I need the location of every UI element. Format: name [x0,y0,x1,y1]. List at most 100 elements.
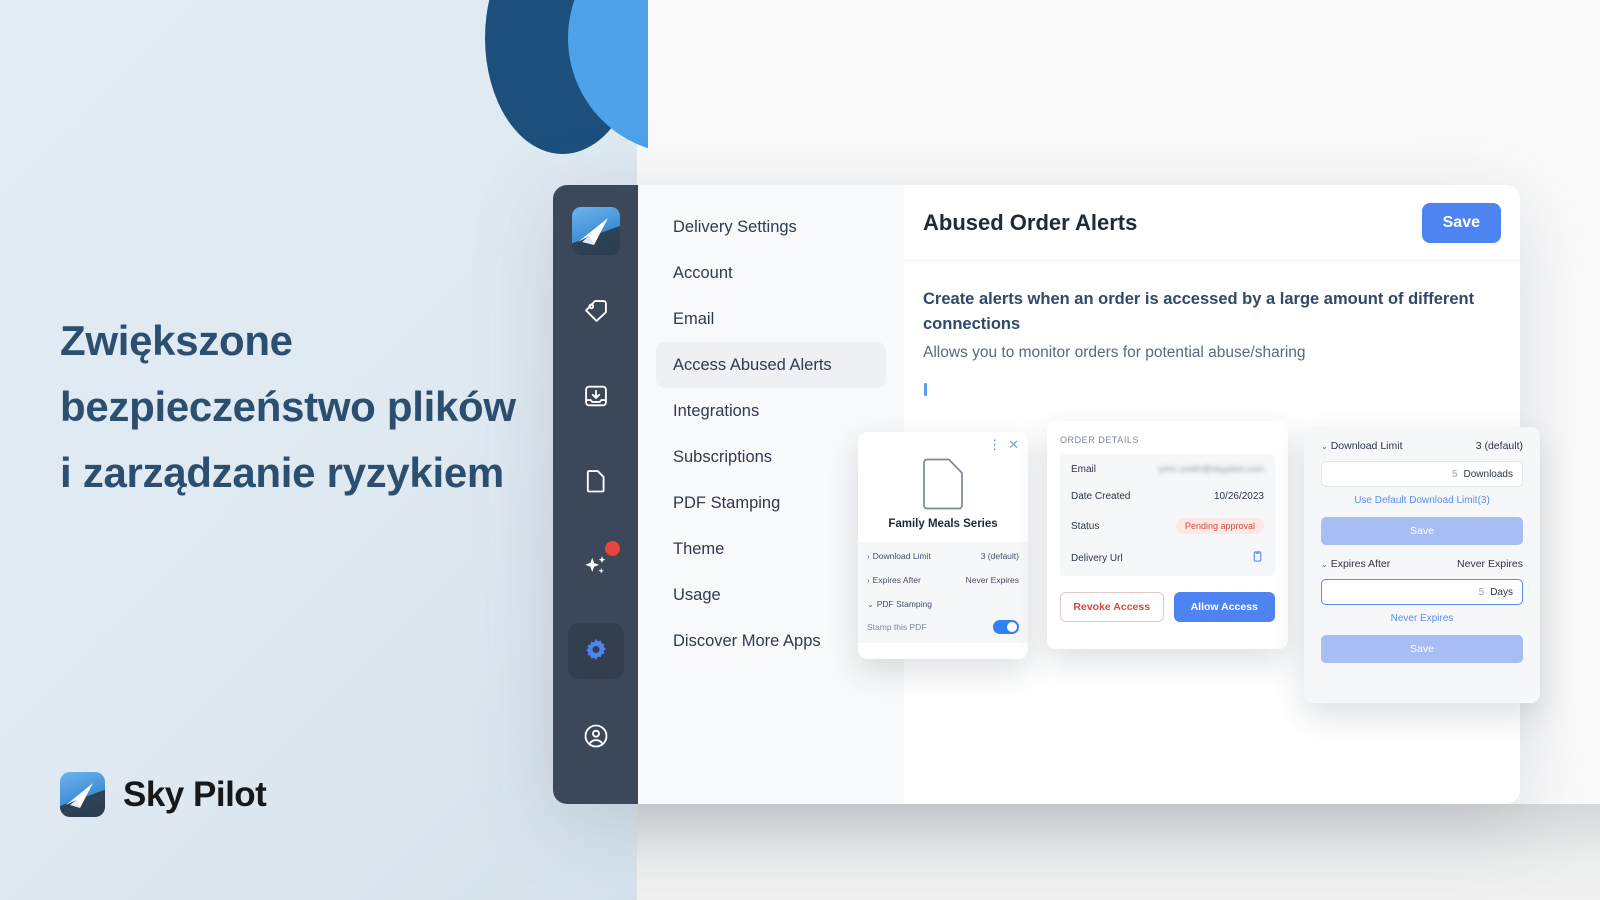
download-limit-input-number: 5 [1451,468,1458,480]
order-row-delivery-url: Delivery Url [1060,542,1275,574]
row-label: Download Limit [872,551,931,561]
order-details-table: Email john.smith@skypilot.com Date Creat… [1060,454,1275,576]
expires-after-save-button[interactable]: Save [1321,635,1523,663]
menu-item-label: Theme [673,539,725,558]
download-limit-save-button[interactable]: Save [1321,517,1523,545]
revoke-access-button[interactable]: Revoke Access [1060,592,1164,622]
sparkles-icon [581,551,611,581]
row-label: Email [1071,464,1097,475]
expires-after-label: Expires After [1330,558,1391,570]
never-expires-link[interactable]: Never Expires [1321,613,1523,624]
menu-item-delivery-settings[interactable]: Delivery Settings [656,204,886,250]
menu-item-theme[interactable]: Theme [656,526,886,572]
rail-item-downloads[interactable] [568,368,624,424]
limits-card: ⌄ Download Limit 3 (default) 5 Downloads … [1304,427,1540,703]
menu-item-label: Access Abused Alerts [673,355,832,374]
menu-item-pdf-stamping[interactable]: PDF Stamping [656,480,886,526]
menu-item-subscriptions[interactable]: Subscriptions [656,434,886,480]
menu-item-access-abused-alerts[interactable]: Access Abused Alerts [656,342,886,388]
allow-access-button[interactable]: Allow Access [1173,592,1275,622]
chevron-right-icon: › [867,551,870,561]
stamp-pdf-toggle-row: Stamp this PDF [858,616,1028,634]
decorative-circle-navy [485,0,640,154]
product-settings-rows: › Download Limit 3 (default) › Expires Aft… [858,542,1028,643]
product-card-actions: ⋮ ✕ [988,438,1019,451]
rail-item-whats-new[interactable] [568,538,624,594]
alert-description-subtext: Allows you to monitor orders for potenti… [923,343,1306,361]
menu-item-account[interactable]: Account [656,250,886,296]
brand-lockup: Sky Pilot [60,772,267,817]
product-row-pdf-stamping[interactable]: ⌄ PDF Stamping [858,592,1028,616]
expires-after-input[interactable]: 5 Days [1321,579,1523,605]
menu-item-label: Subscriptions [673,447,773,466]
chevron-right-icon: › [867,575,870,585]
notification-badge [604,541,620,556]
use-default-download-limit-link[interactable]: Use Default Download Limit(3) [1321,495,1523,506]
order-details-card: ORDER DETAILS Email john.smith@skypilot.… [1047,421,1288,649]
menu-item-label: Email [673,309,715,328]
product-title: Family Meals Series [888,518,998,530]
menu-item-integrations[interactable]: Integrations [656,388,886,434]
download-inbox-icon [582,382,610,410]
download-limit-label: Download Limit [1330,440,1403,452]
rail-item-products[interactable] [568,283,624,339]
status-badge: Pending approval [1175,518,1264,534]
stamp-pdf-toggle[interactable] [993,620,1019,634]
download-limit-header[interactable]: ⌄ Download Limit 3 (default) [1321,440,1523,452]
menu-item-label: PDF Stamping [673,493,781,512]
menu-item-usage[interactable]: Usage [656,572,886,618]
gear-icon [581,636,611,666]
order-action-buttons: Revoke Access Allow Access [1060,592,1275,622]
alert-description-heading: Create alerts when an order is accessed … [923,290,1475,333]
main-header: Abused Order Alerts Save [904,185,1520,261]
menu-item-email[interactable]: Email [656,296,886,342]
rail-item-account[interactable] [568,708,624,764]
order-row-email: Email john.smith@skypilot.com [1060,456,1275,483]
sky-pilot-logo-icon [60,772,105,817]
kebab-menu-icon[interactable]: ⋮ [988,438,1001,451]
rail-item-settings[interactable] [567,623,624,679]
expires-after-value: Never Expires [1457,558,1523,570]
copy-icon[interactable] [1251,550,1264,566]
expires-after-input-number: 5 [1478,586,1485,598]
product-row-expires-after[interactable]: › Expires After Never Expires [858,568,1028,592]
order-row-status: Status Pending approval [1060,510,1275,542]
document-icon [582,467,610,495]
close-icon[interactable]: ✕ [1008,438,1019,451]
download-limit-value: 3 (default) [1475,440,1523,452]
rail-logo-icon[interactable] [571,207,620,255]
expires-after-header[interactable]: ⌄ Expires After Never Expires [1321,558,1523,570]
chevron-down-icon: ⌄ [1321,559,1328,569]
row-label: Date Created [1071,491,1131,502]
row-label: Status [1071,520,1100,532]
main-body: Create alerts when an order is accessed … [904,261,1520,396]
menu-item-label: Delivery Settings [673,217,797,236]
stamp-pdf-label: Stamp this PDF [867,622,927,632]
product-card-top: ⋮ ✕ Family Meals Series [858,432,1028,530]
menu-item-label: Account [673,263,733,282]
chevron-down-icon: ⌄ [1321,441,1328,451]
chevron-down-icon: ⌄ [867,599,874,609]
product-card: ⋮ ✕ Family Meals Series › Download Limit … [858,432,1028,659]
row-value-date: 10/26/2023 [1213,491,1264,502]
expires-after-input-unit: Days [1490,586,1513,598]
background-panel-lower [637,804,1600,900]
menu-item-label: Integrations [673,401,760,420]
limits-card-divider [1321,545,1523,558]
form-field-marker [924,382,927,396]
tag-icon [582,297,610,325]
download-limit-input[interactable]: 5 Downloads [1321,461,1523,487]
row-value-email: john.smith@skypilot.com [1158,464,1264,475]
menu-item-label: Discover More Apps [673,631,821,650]
row-label: Delivery Url [1071,552,1123,564]
menu-item-discover-more-apps[interactable]: Discover More Apps [656,618,886,664]
save-button[interactable]: Save [1421,202,1501,243]
decorative-circle-blue [568,0,648,154]
order-row-date-created: Date Created 10/26/2023 [1060,483,1275,510]
row-label: Expires After [872,575,921,585]
product-row-download-limit[interactable]: › Download Limit 3 (default) [858,544,1028,568]
nav-rail [553,185,638,804]
rail-item-files[interactable] [568,453,624,509]
decorative-circles [0,0,648,200]
download-limit-input-unit: Downloads [1463,468,1513,480]
